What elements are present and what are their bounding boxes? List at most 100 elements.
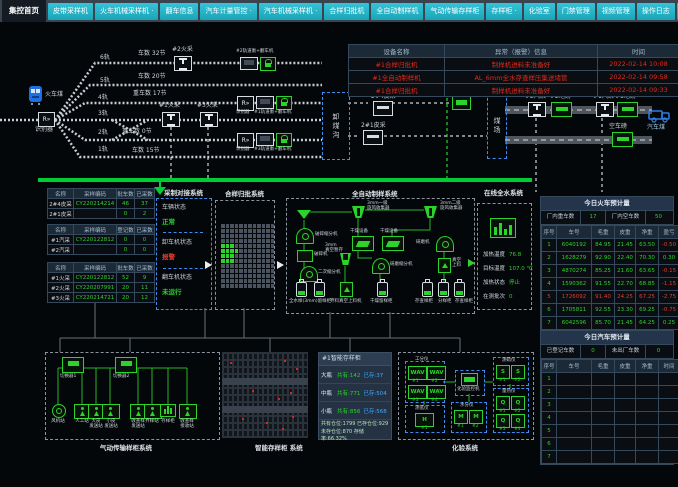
proximate-analyzer-icon[interactable]: WAV xyxy=(408,366,427,380)
mill-2-icon[interactable] xyxy=(436,236,454,252)
table-cell: 3 xyxy=(542,399,557,412)
rfid-reader-icon[interactable]: R» xyxy=(237,96,254,111)
cabinet-cell xyxy=(257,224,261,228)
mill-icon[interactable] xyxy=(297,250,313,262)
dryer-1-icon[interactable] xyxy=(352,236,374,251)
cabinet-cell xyxy=(244,274,248,278)
cabinet-cell xyxy=(244,284,248,288)
cabinet-cell xyxy=(257,259,261,263)
train-sampler-1-icon[interactable] xyxy=(162,112,180,127)
cabinet-cell xyxy=(248,269,252,273)
menu-item-10[interactable]: 化验室 xyxy=(524,3,555,20)
menu-item-13[interactable]: 操作日志 xyxy=(637,3,675,20)
dumper-lock-icon[interactable] xyxy=(276,96,292,110)
menu-item-5[interactable]: 汽车机械采样机 · xyxy=(259,3,322,20)
column-header: 毛重 xyxy=(592,226,615,239)
cabinet-cell xyxy=(262,249,266,253)
table-cell: 91.40 xyxy=(592,291,615,304)
sulfur-analyzer-icon[interactable]: S xyxy=(511,365,525,379)
belt-sampler-2-icon[interactable] xyxy=(363,130,383,145)
menu-item-2[interactable]: 火车机械采样机 · xyxy=(95,3,158,20)
belt-monitor-2-icon[interactable] xyxy=(452,96,471,110)
calorimeter-icon[interactable]: Q xyxy=(511,396,525,410)
dryer-2-icon[interactable] xyxy=(382,236,404,251)
moisture-analyzer-lab-icon[interactable]: M xyxy=(469,410,483,424)
menu-item-11[interactable]: 门禁管理 xyxy=(557,3,595,20)
track-scale-monitor-icon[interactable] xyxy=(256,96,274,109)
moisture-analyzer-lab-icon[interactable]: M xyxy=(454,410,468,424)
instr-id: #2 xyxy=(514,378,521,383)
calorimeter-icon[interactable]: Q xyxy=(496,414,510,428)
cabinet-cell xyxy=(271,254,275,258)
table-cell xyxy=(636,373,659,386)
feed-funnel-icon xyxy=(297,210,311,219)
menu-item-12[interactable]: 视频管理 xyxy=(597,3,635,20)
cabinet-cell xyxy=(226,254,230,258)
calorimeter-icon[interactable]: Q xyxy=(496,396,510,410)
alarm-table: 设备名称异常（报警）信息时间#1合样归批机制样机进料未准备好2022-02-14… xyxy=(348,44,678,97)
sulfur-analyzer-icon[interactable]: S xyxy=(496,365,510,379)
menu-item-9[interactable]: 存样柜 · xyxy=(486,3,521,20)
table-cell: 12 xyxy=(135,293,155,303)
lab-monitor-icon[interactable] xyxy=(461,373,478,386)
cabinet-cell xyxy=(262,269,266,273)
menu-item-8[interactable]: 气动传输存样柜 xyxy=(425,3,484,20)
belt-sampler-1-icon[interactable] xyxy=(373,101,393,116)
cabinet-cell xyxy=(271,269,275,273)
table-cell xyxy=(659,386,678,399)
column-header: 已采数 xyxy=(135,225,155,235)
switcher-1-icon[interactable] xyxy=(62,357,84,373)
cabinet-cell xyxy=(248,274,252,278)
train-sampler-2-icon[interactable] xyxy=(174,56,192,71)
switcher-1-label: 切换器1 xyxy=(60,374,76,379)
proximate-analyzer-icon[interactable]: WAV xyxy=(427,385,446,399)
bottle-stored: 已存:37 xyxy=(363,371,383,379)
dumper-lock-icon[interactable] xyxy=(260,57,276,71)
weighbridge-2-icon[interactable] xyxy=(551,102,572,117)
proximate-analyzer-icon[interactable]: WAV xyxy=(427,366,446,380)
bottle-total: 共有:771 xyxy=(337,389,360,397)
crusher-divider-icon[interactable] xyxy=(296,228,314,244)
rfid-reader-icon[interactable]: R» xyxy=(38,112,55,127)
track-scale-monitor-icon[interactable] xyxy=(256,133,274,146)
instr-glyph: Q xyxy=(501,418,506,424)
table-cell xyxy=(557,451,592,464)
menu-item-4[interactable]: 汽车计量管控 · xyxy=(200,3,256,20)
hydrogen-analyzer-icon[interactable]: H xyxy=(415,413,434,427)
dumper-lock-icon[interactable] xyxy=(276,133,292,147)
truck-sampler-2-icon[interactable] xyxy=(528,102,546,117)
table-row: 5172609291.4024.2567.25-2.75 xyxy=(542,291,678,304)
column-header: 采样编码 xyxy=(74,225,117,235)
moisture-analyzer-icon[interactable] xyxy=(490,218,516,238)
cabinet-cell xyxy=(235,269,239,273)
cabinet-cell xyxy=(266,229,270,233)
menu-item-0[interactable]: 集控首页 xyxy=(2,0,46,22)
truck-sampler-1-icon[interactable] xyxy=(596,102,614,117)
calorimeter-icon[interactable]: Q xyxy=(511,414,525,428)
menu-item-3[interactable]: 翻车信息 xyxy=(160,3,198,20)
switcher-2-icon[interactable] xyxy=(115,357,137,373)
cabinet-cell xyxy=(257,264,261,268)
proximate-analyzer-icon[interactable]: WAV xyxy=(408,385,427,399)
grind-divider-label: 研磨缩分机 xyxy=(390,262,413,267)
table-cell: #1火采 xyxy=(48,273,74,283)
grind-divider-icon[interactable] xyxy=(372,258,390,274)
table-cell xyxy=(557,386,592,399)
rfid-reader-icon[interactable]: R» xyxy=(237,133,254,148)
train-sampler-3-icon[interactable] xyxy=(200,112,218,127)
table-cell: #1合样归批机 xyxy=(349,84,445,97)
docking-value-1: 报警 xyxy=(162,251,175,261)
scale-track4-label: #1轨道衡+翻车机 xyxy=(254,110,291,115)
cabinet-cell xyxy=(221,259,225,263)
menu-item-1[interactable]: 皮带采样机 xyxy=(48,3,93,20)
empty-truck-scale-icon[interactable] xyxy=(612,132,633,147)
instr-glyph: H xyxy=(422,417,427,423)
table-cell: #2火采 xyxy=(48,283,74,293)
menu-item-6[interactable]: 合样归批机 xyxy=(324,3,369,20)
menu-item-7[interactable]: 全自动制样机 xyxy=(371,3,423,20)
weighbridge-1-icon[interactable] xyxy=(617,102,638,117)
reader-glyph: R» xyxy=(43,116,51,123)
lab-monitor-label: 化验监控机 xyxy=(457,387,480,392)
cabinet-cell xyxy=(226,239,230,243)
track-scale-monitor-icon[interactable] xyxy=(240,57,258,70)
